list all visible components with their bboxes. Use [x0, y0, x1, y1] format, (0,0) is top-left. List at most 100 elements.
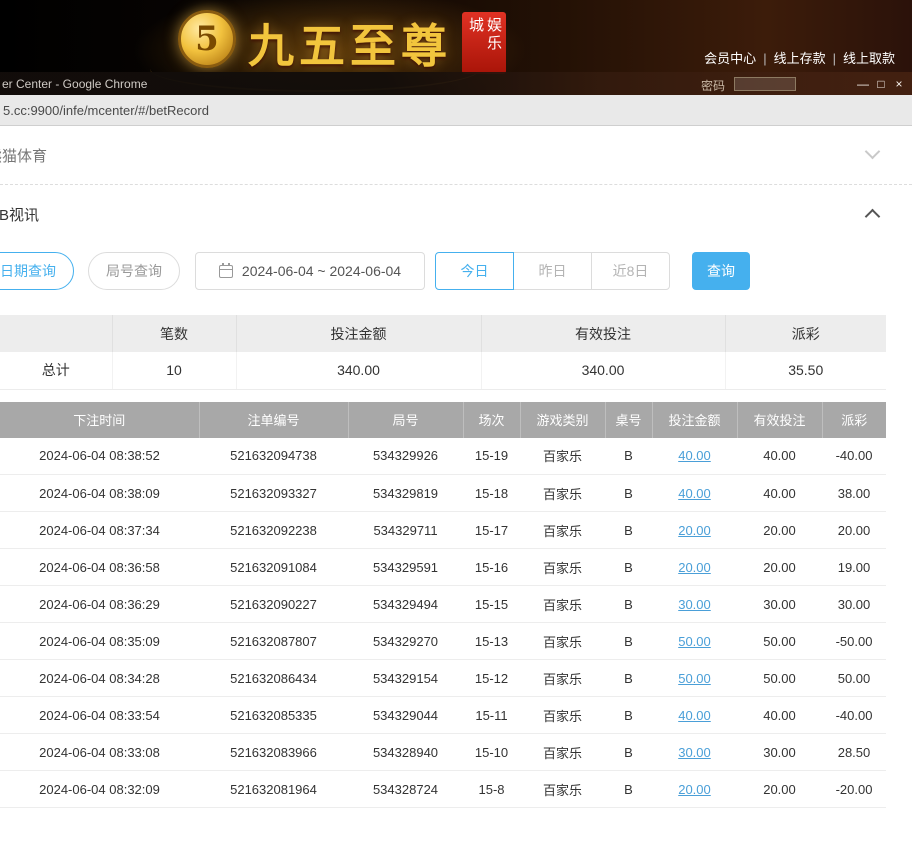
last-8-days-button[interactable]: 近8日 [591, 252, 670, 290]
bet-amount-link[interactable]: 20.00 [678, 560, 711, 575]
table-id-cell: B [605, 511, 652, 549]
summary-table: 笔数 投注金额 有效投注 派彩 总计 10 340.00 340.00 35.5… [0, 315, 886, 390]
valid-bet-cell: 30.00 [737, 585, 822, 623]
table-id-cell: B [605, 548, 652, 586]
round-id-cell: 534328724 [348, 770, 463, 808]
bet-amount-link[interactable]: 50.00 [678, 634, 711, 649]
game-type-cell: 百家乐 [520, 770, 605, 808]
round-query-button[interactable]: 局号查询 [88, 252, 180, 290]
nav-member-center[interactable]: 会员中心 [704, 51, 756, 66]
header-bet-amount: 投注金额 [652, 401, 738, 438]
header-game-type: 游戏类别 [520, 401, 606, 438]
bet-amount-cell: 20.00 [652, 511, 737, 549]
round-id-cell: 534329591 [348, 548, 463, 586]
round-id-cell: 534329819 [348, 474, 463, 512]
date-range-input[interactable]: 2024-06-04 ~ 2024-06-04 [195, 252, 425, 290]
game-type-cell: 百家乐 [520, 622, 605, 660]
maximize-button[interactable]: □ [872, 77, 890, 91]
section-bb-video[interactable]: BB视讯 [0, 185, 912, 243]
session-cell: 15-19 [463, 437, 520, 475]
bet-amount-link[interactable]: 30.00 [678, 597, 711, 612]
bet-time-cell: 2024-06-04 08:38:52 [0, 437, 199, 475]
header-round-id: 局号 [348, 401, 464, 438]
table-id-cell: B [605, 659, 652, 697]
bet-amount-link[interactable]: 40.00 [678, 486, 711, 501]
nav-online-withdraw[interactable]: 线上取款 [843, 51, 895, 66]
date-query-button[interactable]: 日期查询 [0, 252, 74, 290]
today-button[interactable]: 今日 [435, 252, 514, 290]
game-type-cell: 百家乐 [520, 474, 605, 512]
bet-amount-link[interactable]: 40.00 [678, 448, 711, 463]
round-id-cell: 534329044 [348, 696, 463, 734]
valid-bet-cell: 40.00 [737, 437, 822, 475]
password-label: 密码 [701, 79, 726, 93]
minimize-button[interactable]: — [854, 77, 872, 91]
url-text: 5.cc:9900/infe/mcenter/#/betRecord [3, 102, 209, 118]
game-type-cell: 百家乐 [520, 696, 605, 734]
summary-payout-value: 35.50 [725, 352, 886, 390]
valid-bet-cell: 50.00 [737, 622, 822, 660]
table-id-cell: B [605, 622, 652, 660]
bet-amount-link[interactable]: 30.00 [678, 745, 711, 760]
order-id-cell: 521632081964 [199, 770, 348, 808]
payout-cell: 20.00 [822, 511, 886, 549]
bet-time-cell: 2024-06-04 08:36:29 [0, 585, 199, 623]
chrome-addressbar[interactable]: 5.cc:9900/infe/mcenter/#/betRecord [0, 95, 912, 126]
bet-amount-cell: 40.00 [652, 474, 737, 512]
round-id-cell: 534329711 [348, 511, 463, 549]
header-table-id: 桌号 [605, 401, 653, 438]
close-button[interactable]: × [890, 77, 908, 91]
bet-amount-link[interactable]: 20.00 [678, 782, 711, 797]
search-button[interactable]: 查询 [692, 252, 750, 290]
payout-cell: 19.00 [822, 548, 886, 586]
bet-time-cell: 2024-06-04 08:34:28 [0, 659, 199, 697]
bet-time-cell: 2024-06-04 08:35:09 [0, 622, 199, 660]
payout-cell: 28.50 [822, 733, 886, 771]
game-type-cell: 百家乐 [520, 437, 605, 475]
round-id-cell: 534329154 [348, 659, 463, 697]
bet-amount-link[interactable]: 20.00 [678, 523, 711, 538]
bet-table-row: 2024-06-04 08:33:08 521632083966 534328940… [0, 733, 886, 771]
session-cell: 15-8 [463, 770, 520, 808]
chevron-down-icon [864, 143, 881, 160]
section-title-panda-sports: 熊猫体育 [0, 147, 48, 165]
bet-time-cell: 2024-06-04 08:38:09 [0, 474, 199, 512]
logo-text: 九五至尊 [248, 19, 452, 73]
window-title: er Center - Google Chrome [2, 76, 148, 91]
summary-valid-bet-value: 340.00 [481, 352, 726, 390]
nav-online-deposit[interactable]: 线上存款 [774, 51, 826, 66]
bet-time-cell: 2024-06-04 08:33:08 [0, 733, 199, 771]
order-id-cell: 521632083966 [199, 733, 348, 771]
summary-header-payout: 派彩 [725, 315, 886, 352]
bet-table-row: 2024-06-04 08:35:09 521632087807 534329270… [0, 622, 886, 660]
section-panda-sports[interactable]: 熊猫体育 [0, 126, 912, 184]
payout-cell: -50.00 [822, 622, 886, 660]
game-type-cell: 百家乐 [520, 585, 605, 623]
summary-header-valid-bet: 有效投注 [481, 315, 726, 352]
order-id-cell: 521632091084 [199, 548, 348, 586]
page-content: 熊猫体育 BB视讯 日期查询 局号查询 2024-06-04 ~ 2024-06… [0, 126, 912, 808]
session-cell: 15-15 [463, 585, 520, 623]
summary-count-value: 10 [112, 352, 237, 390]
table-id-cell: B [605, 733, 652, 771]
valid-bet-cell: 30.00 [737, 733, 822, 771]
order-id-cell: 521632086434 [199, 659, 348, 697]
bet-amount-cell: 50.00 [652, 622, 737, 660]
bet-amount-link[interactable]: 50.00 [678, 671, 711, 686]
bet-table-row: 2024-06-04 08:38:52 521632094738 534329926… [0, 437, 886, 475]
table-id-cell: B [605, 696, 652, 734]
password-input[interactable] [734, 77, 796, 91]
table-id-cell: B [605, 770, 652, 808]
order-id-cell: 521632087807 [199, 622, 348, 660]
bet-amount-link[interactable]: 40.00 [678, 708, 711, 723]
payout-cell: 38.00 [822, 474, 886, 512]
bet-amount-cell: 30.00 [652, 585, 737, 623]
bet-time-cell: 2024-06-04 08:36:58 [0, 548, 199, 586]
bet-table-row: 2024-06-04 08:32:09 521632081964 534328724… [0, 770, 886, 808]
section-title-bb-video: BB视讯 [0, 206, 40, 224]
valid-bet-cell: 20.00 [737, 770, 822, 808]
header-order-id: 注单编号 [199, 401, 349, 438]
yesterday-button[interactable]: 昨日 [513, 252, 592, 290]
coin-logo-icon: 5 [178, 10, 236, 68]
bet-table-row: 2024-06-04 08:36:29 521632090227 534329494… [0, 585, 886, 623]
